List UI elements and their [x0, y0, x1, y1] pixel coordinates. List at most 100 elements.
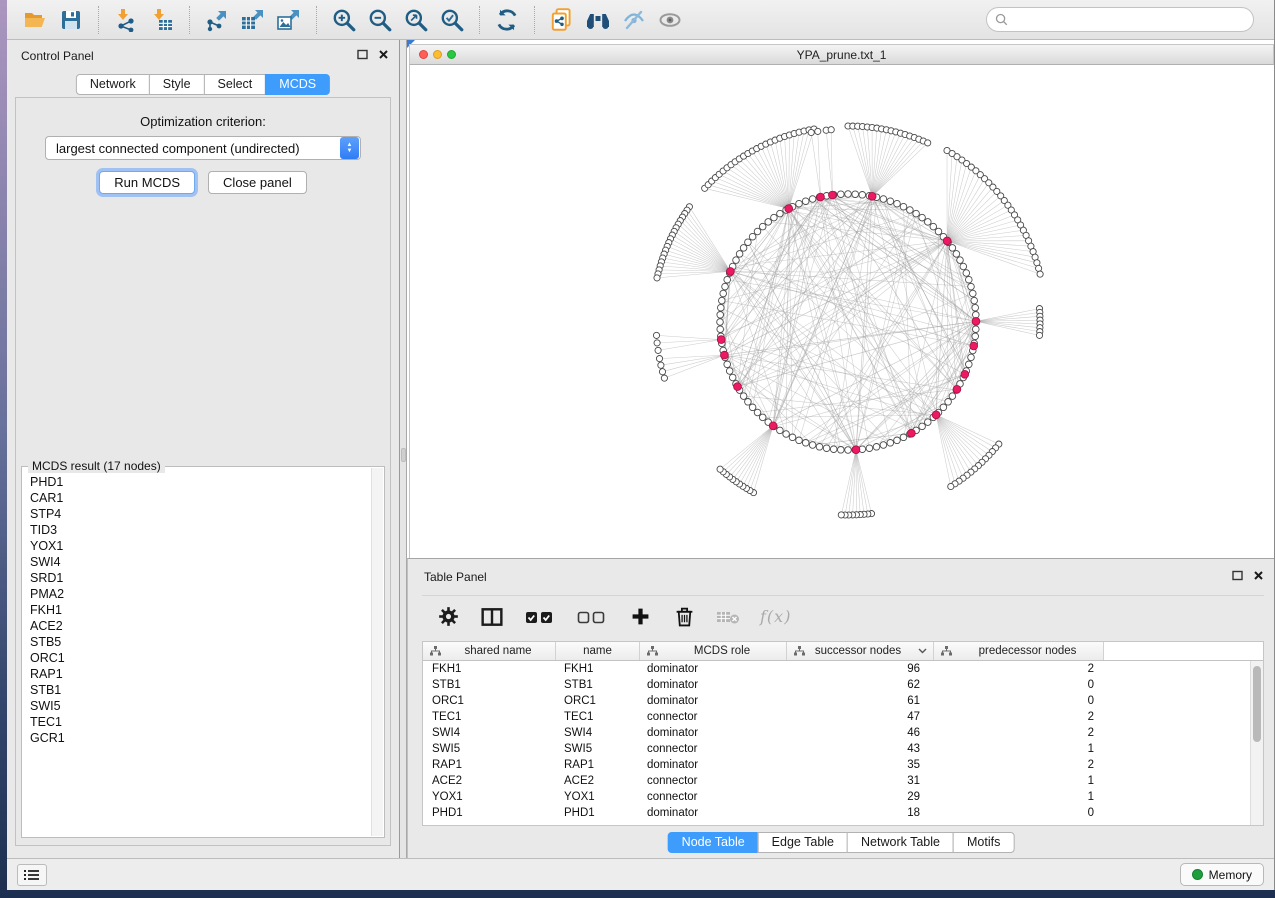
mcds-result-item[interactable]: YOX1: [30, 538, 371, 554]
table-tab-motifs[interactable]: Motifs: [953, 832, 1014, 853]
close-panel-button[interactable]: Close panel: [208, 171, 307, 194]
mcds-result-item[interactable]: CAR1: [30, 490, 371, 506]
zoom-fit-button[interactable]: [401, 5, 431, 35]
export-table-button[interactable]: [238, 5, 268, 35]
mcds-result-item[interactable]: ACE2: [30, 618, 371, 634]
table-scrollbar-thumb[interactable]: [1253, 666, 1261, 742]
table-settings-gear-icon[interactable]: [436, 605, 460, 629]
float-panel-icon[interactable]: [1232, 570, 1243, 581]
cell-predecessors: 2: [934, 725, 1104, 741]
toolbar-separator: [189, 6, 190, 34]
cell-predecessors: 0: [934, 677, 1104, 693]
search-field[interactable]: [986, 7, 1254, 32]
mcds-result-item[interactable]: ORC1: [30, 650, 371, 666]
table-row[interactable]: YOX1YOX1connector291: [423, 789, 1250, 805]
mcds-result-item[interactable]: STB1: [30, 682, 371, 698]
cell-name: RAP1: [556, 757, 640, 773]
export-network-button[interactable]: [202, 5, 232, 35]
hide-selected-eye-slash-button[interactable]: [619, 5, 649, 35]
network-window-titlebar[interactable]: YPA_prune.txt_1: [409, 44, 1274, 65]
mcds-result-item[interactable]: PHD1: [30, 474, 371, 490]
control-panel-title: Control Panel: [21, 49, 94, 63]
mcds-result-item[interactable]: TEC1: [30, 714, 371, 730]
zoom-out-button[interactable]: [365, 5, 395, 35]
table-row[interactable]: SWI4SWI4dominator462: [423, 725, 1250, 741]
find-binoculars-button[interactable]: [583, 5, 613, 35]
table-scrollbar[interactable]: [1250, 661, 1263, 825]
cell-role: connector: [640, 773, 787, 789]
table-tab-network-table[interactable]: Network Table: [847, 832, 954, 853]
table-row[interactable]: ACE2ACE2connector311: [423, 773, 1250, 789]
mcds-result-item[interactable]: STP4: [30, 506, 371, 522]
table-row[interactable]: RAP1RAP1dominator352: [423, 757, 1250, 773]
mcds-result-item[interactable]: FKH1: [30, 602, 371, 618]
search-input[interactable]: [1013, 10, 1253, 30]
table-body[interactable]: FKH1FKH1dominator962STB1STB1dominator620…: [423, 661, 1250, 825]
float-panel-icon[interactable]: [357, 49, 368, 60]
mcds-result-item[interactable]: RAP1: [30, 666, 371, 682]
table-row[interactable]: PHD1PHD1dominator180: [423, 805, 1250, 821]
mcds-result-item[interactable]: SWI4: [30, 554, 371, 570]
column-header-name[interactable]: name: [556, 642, 640, 660]
select-all-icon[interactable]: [524, 605, 556, 629]
mcds-tab-content: Optimization criterion: largest connecte…: [15, 97, 391, 846]
optimization-criterion-label: Optimization criterion:: [16, 114, 390, 129]
delete-row-trash-icon[interactable]: [672, 605, 696, 629]
tab-network[interactable]: Network: [76, 74, 150, 95]
function-builder-icon-disabled: f(x): [760, 607, 791, 626]
table-tab-node-table[interactable]: Node Table: [668, 832, 759, 853]
save-session-button[interactable]: [56, 5, 86, 35]
cell-role: dominator: [640, 677, 787, 693]
run-mcds-button[interactable]: Run MCDS: [99, 171, 195, 194]
mcds-list-scrollbar[interactable]: [371, 468, 383, 836]
close-panel-icon[interactable]: [1253, 570, 1264, 581]
table-row[interactable]: SWI5SWI5connector431: [423, 741, 1250, 757]
vertical-splitter[interactable]: [400, 40, 407, 858]
table-panel: Table Panel f(x) shared name name: [407, 558, 1274, 858]
new-network-from-selection-button[interactable]: [547, 5, 577, 35]
close-panel-icon[interactable]: [378, 49, 389, 60]
deselect-all-icon[interactable]: [576, 605, 608, 629]
mcds-result-item[interactable]: STB5: [30, 634, 371, 650]
table-row[interactable]: ORC1ORC1dominator610: [423, 693, 1250, 709]
column-header-successor-nodes[interactable]: successor nodes: [787, 642, 934, 660]
mcds-result-item[interactable]: PMA2: [30, 586, 371, 602]
node-table: shared name name MCDS role successor nod…: [422, 641, 1264, 826]
tab-select[interactable]: Select: [204, 74, 267, 95]
mcds-result-item[interactable]: TID3: [30, 522, 371, 538]
table-tab-edge-table[interactable]: Edge Table: [758, 832, 848, 853]
import-table-button[interactable]: [147, 5, 177, 35]
zoom-in-button[interactable]: [329, 5, 359, 35]
show-all-eye-button[interactable]: [655, 5, 685, 35]
table-panel-title: Table Panel: [424, 570, 487, 584]
cell-shared-name: YOX1: [423, 789, 556, 805]
network-canvas[interactable]: [409, 65, 1274, 558]
tab-style[interactable]: Style: [149, 74, 205, 95]
tab-mcds[interactable]: MCDS: [265, 74, 330, 95]
export-image-button[interactable]: [274, 5, 304, 35]
splitter-handle[interactable]: [401, 448, 406, 462]
table-row[interactable]: TEC1TEC1connector472: [423, 709, 1250, 725]
optimization-criterion-select[interactable]: largest connected component (undirected)…: [45, 136, 361, 160]
cell-shared-name: SWI5: [423, 741, 556, 757]
column-header-mcds-role[interactable]: MCDS role: [640, 642, 787, 660]
cell-shared-name: FKH1: [423, 661, 556, 677]
column-header-filler: [1104, 642, 1263, 660]
mcds-result-item[interactable]: SRD1: [30, 570, 371, 586]
mcds-result-item[interactable]: GCR1: [30, 730, 371, 746]
mcds-result-list[interactable]: PHD1CAR1STP4TID3YOX1SWI4SRD1PMA2FKH1ACE2…: [23, 470, 371, 836]
table-row[interactable]: FKH1FKH1dominator962: [423, 661, 1250, 677]
open-file-button[interactable]: [20, 5, 50, 35]
column-header-shared-name[interactable]: shared name: [423, 642, 556, 660]
table-row[interactable]: STB1STB1dominator620: [423, 677, 1250, 693]
mcds-result-item[interactable]: SWI5: [30, 698, 371, 714]
add-row-plus-icon[interactable]: [628, 605, 652, 629]
refresh-view-button[interactable]: [492, 5, 522, 35]
network-window-title: YPA_prune.txt_1: [410, 48, 1273, 62]
column-header-predecessor-nodes[interactable]: predecessor nodes: [934, 642, 1104, 660]
import-network-button[interactable]: [111, 5, 141, 35]
zoom-selected-button[interactable]: [437, 5, 467, 35]
column-view-icon[interactable]: [480, 605, 504, 629]
memory-button[interactable]: Memory: [1180, 863, 1264, 886]
task-history-button[interactable]: [17, 864, 47, 886]
